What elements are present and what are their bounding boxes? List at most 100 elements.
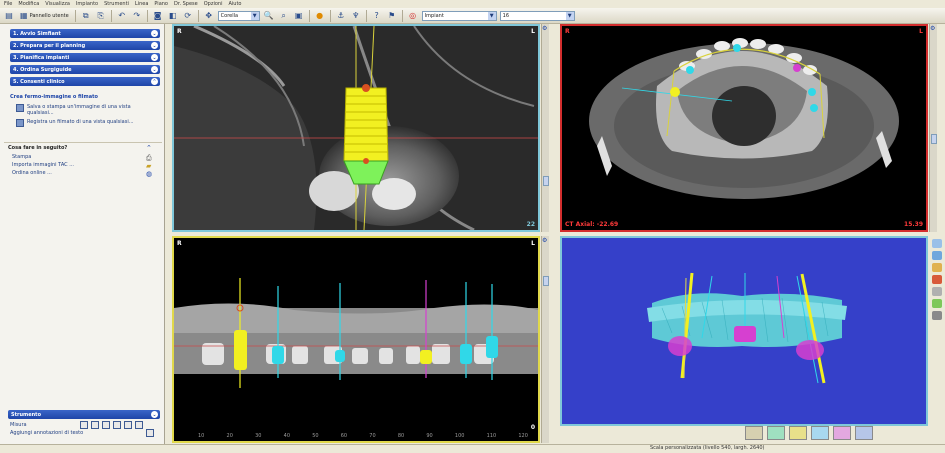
- zoom-icon[interactable]: 🔍: [263, 10, 275, 22]
- scrollbar-thumb[interactable]: [543, 276, 549, 286]
- toolbar-separator: [110, 9, 112, 22]
- next-item-print[interactable]: Stampa: [12, 154, 31, 160]
- axial-view[interactable]: R L CT Axial: -22.69 15.39: [560, 24, 928, 232]
- toolbar-separator: [365, 9, 367, 22]
- target-icon[interactable]: ◎: [407, 10, 419, 22]
- camera-icon[interactable]: ◙: [152, 10, 164, 22]
- ruler-icon[interactable]: [80, 421, 88, 429]
- menu-view[interactable]: Visualizza: [45, 1, 70, 7]
- collapse-icon[interactable]: ⌃: [146, 144, 152, 152]
- panoramic-view[interactable]: R L 0 10 20 30 40 50 60 70 80 90 100 110…: [172, 236, 540, 443]
- settings-icon[interactable]: ⚙: [930, 25, 935, 32]
- tool-measure[interactable]: Misura: [10, 422, 27, 428]
- scrollbar-thumb[interactable]: [543, 176, 549, 186]
- combined-view-icon[interactable]: [855, 426, 873, 440]
- menu-edit[interactable]: Modifica: [18, 1, 39, 7]
- chevron-down-icon: ⌄: [151, 42, 158, 49]
- view-3d-icon[interactable]: [932, 239, 942, 248]
- scale-tick: 50: [312, 433, 319, 439]
- cross-section-image: [174, 26, 538, 230]
- wizard-step-5[interactable]: 5. Consenti clinico ⌃: [10, 77, 160, 86]
- panoramic-image: [174, 238, 538, 441]
- menu-drspese[interactable]: Dr. Spese: [174, 1, 198, 7]
- wizard-step-4[interactable]: 4. Ordina Surgiguide ⌄: [10, 65, 160, 74]
- soft-tissue-icon[interactable]: [811, 426, 829, 440]
- layout-icon[interactable]: ⧉: [80, 10, 92, 22]
- menu-file[interactable]: File: [4, 1, 12, 7]
- implant-view-icon[interactable]: [833, 426, 851, 440]
- implant-icon[interactable]: ⚓: [335, 10, 347, 22]
- orientation-label-left: L: [919, 28, 923, 35]
- panel-icon: ▦: [20, 11, 28, 20]
- orientation-label-left: L: [531, 240, 535, 247]
- implant-yellow[interactable]: [343, 84, 389, 185]
- cross-section-scrollbar[interactable]: ⚙: [541, 24, 549, 232]
- chevron-down-icon: ⌄: [151, 54, 158, 61]
- globe-icon[interactable]: ◍: [146, 170, 152, 178]
- file-icon[interactable]: ▤: [3, 10, 15, 22]
- wizard-step-2[interactable]: 2. Prepara per il planning ⌄: [10, 41, 160, 50]
- wizard-step-label: 5. Consenti clinico: [13, 78, 65, 85]
- scale-tick: 70: [369, 433, 376, 439]
- menu-line[interactable]: Linea: [135, 1, 148, 7]
- picture-icon[interactable]: ▣: [293, 10, 305, 22]
- snapshot-action[interactable]: Salva o stampa un'immagine di una vista …: [16, 104, 156, 116]
- angle-icon[interactable]: [91, 421, 99, 429]
- panoramic-scrollbar[interactable]: ⚙: [541, 236, 549, 443]
- help-icon[interactable]: ?: [371, 10, 383, 22]
- reset-icon[interactable]: [932, 311, 942, 320]
- tool-annotate[interactable]: Aggiungi annotazioni di testo: [10, 430, 83, 436]
- marker-icon[interactable]: ⚑: [386, 10, 398, 22]
- menu-plane[interactable]: Piano: [154, 1, 168, 7]
- nerve-icon[interactable]: [932, 275, 942, 284]
- bone-icon[interactable]: [932, 287, 942, 296]
- wizard-step-3[interactable]: 3. Pianifica impianti ⌄: [10, 53, 160, 62]
- rotate-3d-icon[interactable]: [932, 251, 942, 260]
- text-annotation-icon[interactable]: [146, 429, 154, 437]
- cross-section-view[interactable]: R L 22: [172, 24, 540, 232]
- panel-button[interactable]: ▦ Pannello utente: [18, 10, 71, 22]
- menu-implant[interactable]: Impianto: [76, 1, 98, 7]
- move-icon[interactable]: ✥: [203, 10, 215, 22]
- tools-header[interactable]: Strumento ⌄: [8, 410, 160, 419]
- view-select[interactable]: Corella ▼: [217, 10, 260, 21]
- menu-help[interactable]: Aiuto: [228, 1, 241, 7]
- toolbar-separator: [197, 9, 199, 22]
- delete-icon[interactable]: [135, 421, 143, 429]
- light-icon[interactable]: [932, 263, 942, 272]
- film-icon: [16, 119, 24, 127]
- slice-number: 0: [530, 424, 535, 431]
- rotate-icon[interactable]: ⟳: [182, 10, 194, 22]
- jaw-icon[interactable]: [767, 426, 785, 440]
- info-icon[interactable]: ●: [314, 10, 326, 22]
- axial-image: [562, 26, 926, 230]
- line-icon[interactable]: [124, 421, 132, 429]
- screen-icon[interactable]: ⎘: [95, 10, 107, 22]
- 3d-view[interactable]: [560, 236, 928, 426]
- density-icon[interactable]: [113, 421, 121, 429]
- model-icon[interactable]: [932, 299, 942, 308]
- scrollbar-thumb[interactable]: [931, 134, 937, 144]
- redo-icon[interactable]: ↷: [131, 10, 143, 22]
- wizard-step-1[interactable]: 1. Avvio Simfiant ⌄: [10, 29, 160, 38]
- undo-icon[interactable]: ↶: [116, 10, 128, 22]
- next-box-title: Cosa fare in seguito?: [8, 145, 68, 151]
- area-icon[interactable]: [102, 421, 110, 429]
- axial-scrollbar[interactable]: ⚙: [929, 24, 937, 232]
- search-icon[interactable]: ⌕: [278, 10, 290, 22]
- movie-action[interactable]: Registra un filmato di una vista qualsia…: [16, 119, 156, 127]
- menu-options[interactable]: Opzioni: [204, 1, 223, 7]
- settings-icon[interactable]: ⚙: [542, 237, 547, 244]
- contrast-icon[interactable]: ◧: [167, 10, 179, 22]
- layer-select[interactable]: Impiant ▼: [421, 10, 497, 21]
- number-select[interactable]: 16 ▼: [499, 10, 575, 21]
- teeth-icon[interactable]: [789, 426, 807, 440]
- menu-tools[interactable]: Strumenti: [104, 1, 129, 7]
- settings-icon[interactable]: ⚙: [542, 25, 547, 32]
- next-item-order[interactable]: Ordina online ...: [12, 170, 52, 176]
- folder-icon[interactable]: ▰: [146, 162, 151, 170]
- skull-icon[interactable]: [745, 426, 763, 440]
- tooth-icon[interactable]: ♆: [350, 10, 362, 22]
- next-item-import[interactable]: Importa immagini TAC ...: [12, 162, 74, 168]
- scale-tick: 30: [255, 433, 262, 439]
